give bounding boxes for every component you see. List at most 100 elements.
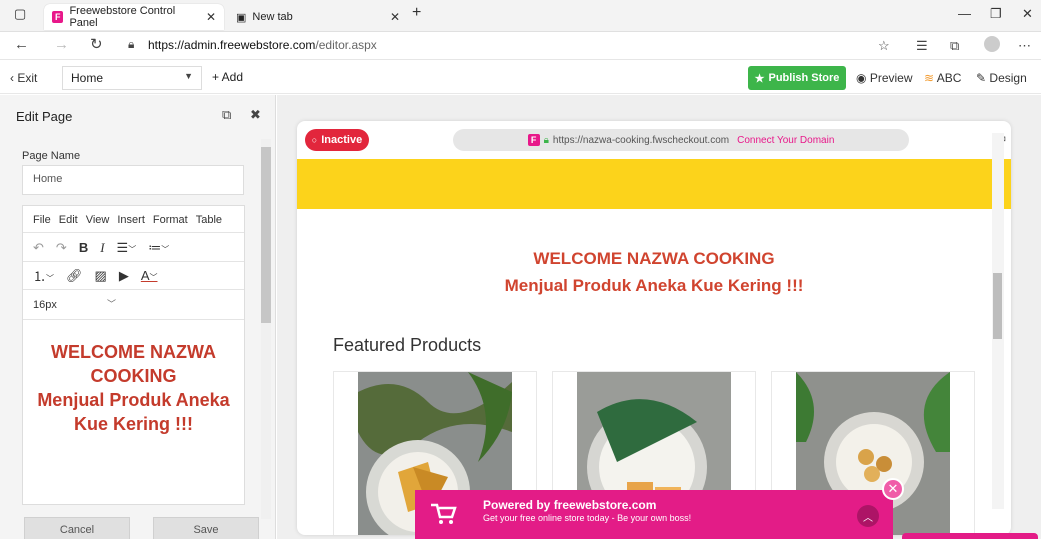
featured-products-title: Featured Products	[333, 335, 482, 355]
tab-actions-icon[interactable]: ▢	[14, 6, 26, 22]
new-tab-page-icon: ▣	[236, 11, 247, 24]
publish-label: Publish Store	[768, 72, 840, 84]
redo-icon[interactable]: ↷	[56, 240, 67, 256]
close-tab-icon[interactable]: ✕	[206, 10, 216, 24]
link-icon[interactable]: 🔗︎	[66, 268, 83, 284]
editor-content[interactable]: WELCOME NAZWA COOKING Menjual Produk Ane…	[23, 340, 244, 436]
freewebstore-favicon-icon: F	[527, 134, 540, 146]
star-icon: ★	[754, 72, 765, 85]
preview-button[interactable]: ◉ Preview	[856, 71, 913, 85]
store-url: https://nazwa-cooking.fwscheckout.com	[552, 134, 730, 146]
brush-icon: ✎	[976, 71, 987, 85]
reading-list-icon[interactable]: ☰	[916, 38, 928, 54]
numbered-list-icon[interactable]: ⒈﹀	[33, 266, 54, 285]
status-circle-icon: ○	[311, 135, 318, 145]
align-icon[interactable]: ☰﹀	[117, 240, 137, 256]
publish-store-button[interactable]: ★ Publish Store	[748, 66, 846, 90]
url-path: /editor.aspx	[315, 38, 377, 52]
menu-table[interactable]: Table	[196, 214, 222, 226]
translate-icon: ≋	[924, 71, 935, 85]
url-field[interactable]: https://admin.freewebstore.com/editor.as…	[148, 38, 377, 52]
store-banner	[297, 159, 1011, 209]
cart-icon	[431, 503, 457, 524]
profile-avatar[interactable]	[984, 36, 1000, 52]
menu-file[interactable]: File	[33, 214, 51, 226]
close-tab-icon[interactable]: ✕	[390, 10, 400, 24]
close-banner-icon[interactable]: ✕	[882, 478, 904, 500]
tab-new-tab[interactable]: ▣ New tab ✕	[228, 4, 408, 30]
close-panel-icon[interactable]: ✖	[250, 107, 261, 123]
page-name-input[interactable]: Home	[22, 165, 244, 195]
restore-icon[interactable]: ❐	[990, 6, 1002, 22]
abc-label: ABC	[936, 71, 962, 85]
undo-icon[interactable]: ↶	[33, 240, 44, 256]
new-tab-plus-icon[interactable]: +	[412, 4, 421, 22]
lock-icon[interactable]: 🔒︎	[128, 37, 134, 52]
address-bar: ← → ↻ 🔒︎ https://admin.freewebstore.com/…	[0, 32, 1041, 60]
chevron-up-icon[interactable]: ︿	[857, 505, 879, 527]
browser-tab-bar: ▢ F Freewebstore Control Panel ✕ ▣ New t…	[0, 0, 1041, 32]
content-line: Menjual Produk Aneka	[37, 390, 230, 410]
tab-control-panel[interactable]: F Freewebstore Control Panel ✕	[44, 4, 224, 30]
save-button[interactable]: Save	[153, 517, 259, 539]
menu-view[interactable]: View	[86, 214, 110, 226]
exit-button[interactable]: ‹ Exit	[10, 71, 37, 85]
promo-title: Powered by freewebstore.com	[483, 498, 657, 512]
abc-button[interactable]: ≋ ABC	[924, 71, 961, 85]
collections-icon[interactable]: ⧉	[950, 38, 959, 54]
url-host: https://admin.freewebstore.com	[148, 38, 316, 52]
bold-icon[interactable]: B	[79, 240, 88, 255]
text-color-icon[interactable]: A﹀	[141, 268, 158, 283]
tab-title: New tab	[252, 11, 293, 23]
page-name-label: Page Name	[22, 150, 81, 162]
add-button[interactable]: + Add	[212, 70, 243, 84]
freewebstore-favicon-icon: F	[52, 11, 64, 23]
tab-title: Freewebstore Control Panel	[69, 5, 176, 29]
menu-format[interactable]: Format	[153, 214, 188, 226]
lock-icon: 🔒︎	[543, 134, 549, 146]
preview-area: ○ Inactive F 🔒︎ https://nazwa-cooking.fw…	[277, 95, 1041, 539]
content-line: WELCOME NAZWA	[51, 342, 216, 362]
status-badge[interactable]: ○ Inactive	[305, 129, 369, 151]
preview-label: Preview	[869, 71, 913, 85]
minimize-icon[interactable]: —	[958, 6, 971, 21]
content-line: COOKING	[90, 366, 177, 386]
media-icon[interactable]: ▶	[119, 268, 129, 284]
promo-subtitle: Get your free online store today - Be yo…	[483, 513, 692, 523]
more-menu-icon[interactable]: ⋯	[1018, 38, 1031, 54]
hero-line: Menjual Produk Aneka Kue Kering !!!	[504, 276, 804, 295]
connect-domain-link[interactable]: Connect Your Domain	[737, 135, 834, 146]
eye-icon: ◉	[856, 71, 867, 85]
menu-edit[interactable]: Edit	[59, 214, 78, 226]
close-window-icon[interactable]: ✕	[1022, 6, 1033, 22]
image-icon[interactable]: ▨	[95, 268, 107, 284]
editor-toolbar-row-1: ↶ ↷ B I ☰﹀ ≔﹀	[23, 234, 244, 262]
chat-widget-tab[interactable]	[902, 533, 1038, 539]
favorites-star-icon[interactable]: ☆	[878, 38, 890, 54]
popout-icon[interactable]: ⧉	[222, 107, 231, 123]
page-select[interactable]: Home ▼	[62, 66, 202, 90]
hero-line: WELCOME NAZWA COOKING	[533, 249, 775, 268]
italic-icon[interactable]: I	[100, 240, 104, 256]
content-line: Kue Kering !!!	[74, 414, 193, 434]
reload-icon[interactable]: ↻	[90, 35, 103, 53]
font-size-value: 16px	[33, 299, 57, 311]
back-arrow-icon[interactable]: ←	[14, 36, 29, 53]
panel-scrollbar-thumb[interactable]	[261, 147, 271, 323]
cancel-button[interactable]: Cancel	[24, 517, 130, 539]
store-hero-text: WELCOME NAZWA COOKING Menjual Produk Ane…	[297, 245, 1011, 299]
panel-title: Edit Page	[16, 109, 73, 124]
editor-menubar: File Edit View Insert Format Table	[23, 206, 244, 233]
chevron-down-icon: ▼	[184, 71, 193, 81]
forward-arrow-icon[interactable]: →	[54, 36, 69, 53]
font-size-select[interactable]: 16px ﹀	[23, 290, 244, 320]
store-url-pill[interactable]: F 🔒︎ https://nazwa-cooking.fwscheckout.c…	[453, 129, 909, 151]
menu-insert[interactable]: Insert	[117, 214, 145, 226]
bullet-list-icon[interactable]: ≔﹀	[148, 240, 169, 256]
rich-text-editor[interactable]: File Edit View Insert Format Table ↶ ↷ B…	[22, 205, 245, 505]
status-label: Inactive	[321, 134, 363, 146]
preview-scrollbar-thumb[interactable]	[993, 273, 1002, 339]
editor-toolbar-row-2: ⒈﹀ 🔗︎ ▨ ▶ A﹀	[23, 262, 244, 290]
powered-by-banner[interactable]: Powered by freewebstore.com Get your fre…	[415, 490, 893, 539]
design-button[interactable]: ✎ Design	[976, 71, 1027, 85]
